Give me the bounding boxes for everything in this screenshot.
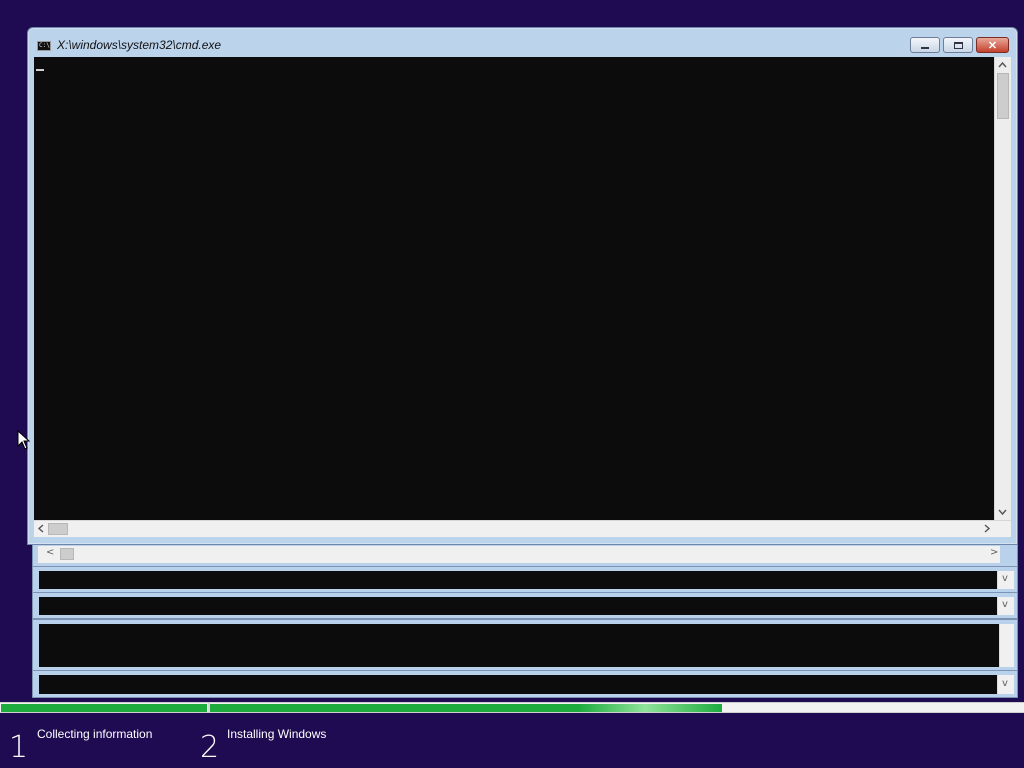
scroll-down-icon[interactable] <box>995 505 1010 519</box>
setup-progress-bar <box>0 702 1024 713</box>
scroll-thumb[interactable] <box>60 548 74 560</box>
step-1-number: 1 <box>9 730 29 765</box>
cmd-icon: C:\ <box>37 41 51 51</box>
background-scrollbar[interactable] <box>999 624 1014 667</box>
background-hscroll[interactable]: < > <box>38 546 1000 563</box>
step-1-progress <box>1 704 207 712</box>
step-2-progress <box>210 704 722 712</box>
background-window-2: v <box>32 566 1018 593</box>
scroll-left-icon[interactable]: < <box>46 548 54 558</box>
scroll-up-icon[interactable] <box>995 58 1010 72</box>
background-scrollbar[interactable]: v <box>997 571 1014 589</box>
maximize-icon <box>953 41 963 49</box>
background-console <box>39 597 997 615</box>
close-button[interactable]: ✕ <box>976 37 1009 53</box>
console-output[interactable] <box>34 57 994 520</box>
step-1-label: Collecting information <box>37 727 153 741</box>
vertical-scrollbar[interactable] <box>994 57 1011 520</box>
background-scrollbar[interactable]: v <box>997 597 1014 615</box>
text-cursor <box>36 69 44 71</box>
scroll-right-icon[interactable] <box>980 521 994 536</box>
chevron-down-icon[interactable]: v <box>1002 679 1008 689</box>
cmd-titlebar[interactable]: C:\ X:\windows\system32\cmd.exe ✕ <box>28 28 1017 58</box>
minimize-button[interactable] <box>910 37 940 53</box>
horizontal-scroll-thumb[interactable] <box>48 523 68 535</box>
background-scrollbar[interactable]: v <box>997 675 1014 694</box>
minimize-icon <box>921 46 929 49</box>
background-console <box>39 675 997 694</box>
chevron-down-icon[interactable]: v <box>1002 574 1008 584</box>
cmd-window[interactable]: C:\ X:\windows\system32\cmd.exe ✕ <box>27 27 1018 545</box>
horizontal-scrollbar[interactable] <box>34 520 1011 537</box>
background-window-5: v <box>32 670 1018 698</box>
background-window-4 <box>32 619 1018 671</box>
scroll-right-icon[interactable]: > <box>990 548 998 558</box>
scroll-left-icon[interactable] <box>34 521 48 536</box>
background-console <box>39 624 999 667</box>
window-title: X:\windows\system32\cmd.exe <box>57 38 222 52</box>
vertical-scroll-thumb[interactable] <box>997 73 1009 119</box>
background-console <box>39 571 997 589</box>
step-2-number: 2 <box>200 730 220 765</box>
chevron-down-icon[interactable]: v <box>1002 600 1008 610</box>
close-icon: ✕ <box>987 39 998 52</box>
maximize-button[interactable] <box>943 37 973 53</box>
background-window-3: v <box>32 592 1018 619</box>
mouse-pointer-icon <box>17 430 31 450</box>
size-grip-icon[interactable] <box>996 521 1011 537</box>
step-2-label: Installing Windows <box>227 727 327 741</box>
